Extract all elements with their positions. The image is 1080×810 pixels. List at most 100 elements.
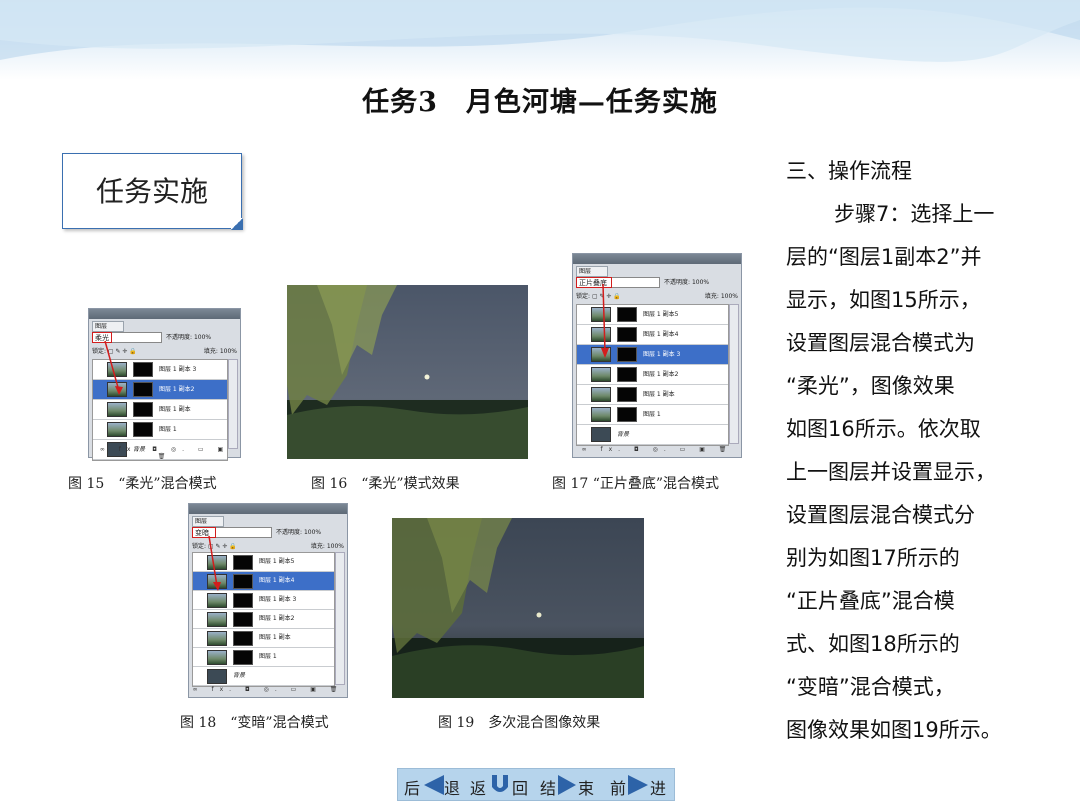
layer-name: 图层 1 副本 (259, 634, 291, 641)
tab-layers[interactable]: 图层 (192, 516, 224, 527)
layer-thumbnail (207, 650, 227, 665)
tab-layers[interactable]: 图层 (92, 321, 124, 332)
layer-row-background[interactable]: 背景 (193, 667, 334, 686)
layers-panel-fig15: 图层 柔光 不透明度: 100% 锁定: ▢ ✎ ✛ 🔒 填充: 100% 图层… (88, 308, 241, 461)
layer-row[interactable]: 图层 1 副本2 (193, 610, 334, 629)
layer-name: 背景 (617, 431, 630, 438)
scrollbar[interactable] (228, 359, 238, 449)
fill-field[interactable]: 填充: 100% (204, 346, 237, 357)
scrollbar[interactable] (729, 304, 739, 444)
back-arrow-icon[interactable] (422, 773, 444, 797)
layer-mask-thumbnail (233, 574, 253, 589)
end-arrow-icon[interactable] (558, 773, 578, 797)
nav-return-label[interactable]: 返 (470, 775, 486, 799)
nav-end-label[interactable]: 结 (540, 775, 556, 799)
caption-fig15: 图 15 “柔光”混合模式 (68, 476, 217, 492)
text-line: “变暗”混合模式， (786, 675, 955, 699)
text-line: 式、如图18所示的 (786, 632, 960, 656)
text-line: 如图16所示。依次取 (786, 417, 981, 441)
nav-back-label-2[interactable]: 退 (444, 775, 460, 799)
layer-thumbnail (207, 612, 227, 627)
task-label: 任务实施 (95, 175, 208, 208)
panel-titlebar (573, 254, 741, 264)
panel-bottom-toolbar[interactable]: ∞ fx. ◘ ◎. ▭ ▣ 🗑 (92, 446, 237, 460)
layer-name: 图层 1 副本 3 (259, 596, 297, 603)
panel-bottom-toolbar[interactable]: ∞ fx. ◘ ◎. ▭ ▣ 🗑 (192, 686, 344, 695)
layer-mask-thumbnail (233, 555, 253, 570)
red-arrow-icon (104, 340, 123, 395)
nav-forward-label[interactable]: 前 (610, 775, 626, 799)
opacity-value: 100% (691, 279, 710, 286)
layer-mask-thumbnail (133, 422, 153, 437)
layer-row[interactable]: 图层 1 (193, 648, 334, 667)
layer-thumbnail (207, 669, 227, 684)
layer-thumbnail (591, 367, 611, 382)
layer-row[interactable]: 图层 1 副本 (93, 400, 227, 420)
layer-thumbnail (591, 387, 611, 402)
layer-mask-thumbnail (233, 650, 253, 665)
layer-row-background[interactable]: 背景 (577, 425, 728, 445)
layer-mask-thumbnail (617, 407, 637, 422)
text-line: “柔光”，图像效果 (786, 374, 955, 398)
opacity-label: 不透明度: (664, 279, 691, 286)
text-line: 别为如图17所示的 (786, 546, 960, 570)
navigation-bar: 后 退 返 回 结 束 前 进 (397, 768, 675, 801)
slide-title: 任务3 月色河塘—任务实施 (362, 87, 718, 118)
layer-name: 图层 1 副本5 (643, 311, 679, 318)
panel-bottom-toolbar[interactable]: ∞ fx. ◘ ◎. ▭ ▣ 🗑 (576, 446, 738, 455)
layer-mask-thumbnail (617, 367, 637, 382)
layer-mask-thumbnail (133, 382, 153, 397)
opacity-value: 100% (193, 334, 212, 341)
layer-thumbnail (591, 427, 611, 442)
layers-panel-fig18: 图层 变暗 不透明度: 100% 锁定: ▢ ✎ ✛ 🔒 填充: 100% 图层… (188, 503, 348, 698)
layer-name: 背景 (233, 672, 246, 679)
fill-value: 100% (219, 348, 237, 355)
nav-back-label[interactable]: 后 (404, 775, 420, 799)
header-wave-decoration (0, 0, 1080, 62)
forward-arrow-icon[interactable] (628, 773, 650, 797)
panel-titlebar (189, 504, 347, 514)
layer-row[interactable]: 图层 1 副本2 (577, 365, 728, 385)
layer-thumbnail (591, 407, 611, 422)
layer-mask-thumbnail (617, 387, 637, 402)
fill-value: 100% (326, 543, 344, 550)
opacity-label: 不透明度: (276, 529, 303, 536)
layer-name: 图层 1 副本2 (643, 371, 679, 378)
red-arrow-icon (601, 283, 609, 358)
text-line: 三、操作流程 (786, 159, 912, 183)
layer-row[interactable]: 图层 1 副本 (193, 629, 334, 648)
tab-layers[interactable]: 图层 (576, 266, 608, 277)
opacity-field[interactable]: 不透明度: 100% (166, 332, 211, 343)
return-u-turn-icon[interactable] (488, 773, 512, 797)
nav-end-label-2[interactable]: 束 (578, 775, 594, 799)
folded-corner-decoration (231, 218, 243, 230)
layer-mask-thumbnail (133, 402, 153, 417)
scrollbar[interactable] (335, 552, 345, 685)
fill-value: 100% (720, 293, 738, 300)
caption-fig18: 图 18 “变暗”混合模式 (180, 715, 329, 731)
fill-label: 填充: (704, 293, 719, 300)
opacity-label: 不透明度: (166, 334, 193, 341)
opacity-field[interactable]: 不透明度: 100% (276, 527, 321, 538)
layer-row[interactable]: 图层 1 副本 (577, 385, 728, 405)
layers-panel-fig17: 图层 正片叠底 不透明度: 100% 锁定: ▢ ✎ ✛ 🔒 填充: 100% … (572, 253, 742, 458)
layer-thumbnail (107, 422, 127, 437)
fill-field[interactable]: 填充: 100% (311, 541, 344, 552)
layer-name: 图层 1 (643, 411, 661, 418)
text-line: 设置图层混合模式分 (786, 503, 975, 527)
task-label-box: 任务实施 (62, 153, 243, 230)
layer-mask-thumbnail (233, 612, 253, 627)
layer-name: 图层 1 副本2 (259, 615, 295, 622)
layer-row[interactable]: 图层 1 (577, 405, 728, 425)
caption-fig17: 图 17 “正片叠底”混合模式 (552, 476, 720, 492)
caption-fig16: 图 16 “柔光”模式效果 (311, 476, 460, 492)
nav-forward-label-2[interactable]: 进 (650, 775, 666, 799)
moonlit-pond-image-blended (392, 518, 644, 698)
fill-field[interactable]: 填充: 100% (705, 291, 738, 302)
layer-name: 图层 1 副本5 (259, 558, 295, 565)
layer-mask-thumbnail (233, 631, 253, 646)
text-line: 设置图层混合模式为 (786, 331, 975, 355)
opacity-field[interactable]: 不透明度: 100% (664, 277, 709, 288)
layer-row[interactable]: 图层 1 (93, 420, 227, 440)
nav-return-label-2[interactable]: 回 (512, 775, 528, 799)
